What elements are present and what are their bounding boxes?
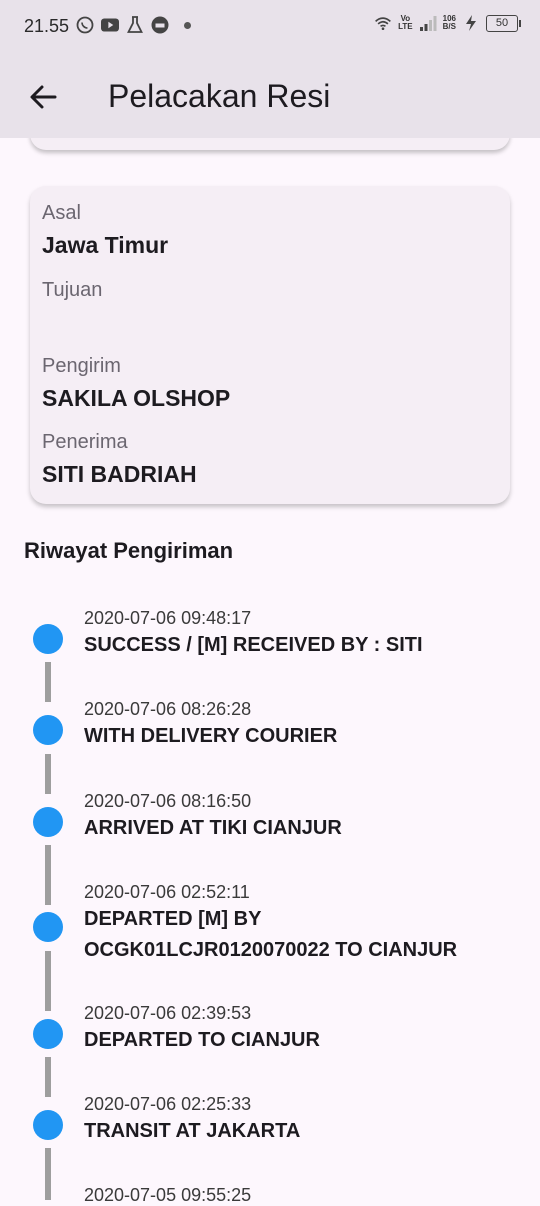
arrow-back-icon	[30, 85, 57, 109]
page-title: Pelacakan Resi	[108, 78, 331, 114]
timeline-connector	[45, 754, 51, 794]
timeline-connector	[45, 1148, 51, 1200]
timeline-date: 2020-07-06 09:48:17	[84, 608, 252, 628]
network-speed: 106 B/S	[442, 14, 456, 31]
timeline-description: DEPARTED TO CIANJUR	[84, 1029, 320, 1051]
timeline-date: 2020-07-06 02:25:33	[84, 1094, 252, 1114]
signal-icon	[419, 14, 437, 32]
app-notification-icon	[151, 16, 169, 34]
receiver-value: SITI BADRIAH	[42, 461, 197, 487]
receiver-label: Penerima	[42, 431, 128, 453]
timeline-description: TRANSIT AT JAKARTA	[84, 1120, 301, 1142]
timeline-dot	[33, 624, 63, 654]
timeline-dot	[33, 715, 63, 745]
timeline-dot	[33, 912, 63, 942]
history-title: Riwayat Pengiriman	[24, 538, 234, 563]
status-bar: 21.55 Vo LTE 106 B/S 50	[0, 0, 540, 56]
shipment-info-card: Asal Jawa Timur Tujuan Pengirim SAKILA O…	[30, 186, 510, 504]
more-notifications-icon	[184, 21, 191, 29]
system-icons: Vo LTE 106 B/S 50	[374, 14, 521, 32]
timeline-connector	[45, 845, 51, 905]
volte-indicator: Vo LTE	[398, 14, 413, 31]
timeline-dot	[33, 807, 63, 837]
back-button[interactable]	[22, 76, 64, 118]
timeline-date: 2020-07-05 09:55:25	[84, 1185, 252, 1205]
youtube-icon	[101, 16, 119, 34]
timeline-dot	[33, 1110, 63, 1140]
shipment-timeline: 2020-07-06 09:48:17 SUCCESS / [M] RECEIV…	[0, 600, 540, 1205]
timeline-connector	[45, 951, 51, 1011]
app-bar: Pelacakan Resi	[0, 56, 540, 138]
timeline-date: 2020-07-06 02:39:53	[84, 1003, 252, 1023]
timeline-description: ARRIVED AT TIKI CIANJUR	[84, 817, 342, 839]
sender-label: Pengirim	[42, 355, 121, 377]
timeline-date: 2020-07-06 02:52:11	[84, 882, 250, 902]
timeline-date: 2020-07-06 08:26:28	[84, 699, 252, 719]
battery-icon: 50	[486, 14, 521, 32]
wifi-icon	[374, 14, 392, 32]
whatsapp-icon	[76, 16, 94, 34]
status-time: 21.55	[24, 16, 70, 36]
timeline-description: DEPARTED [M] BY OCGK01LCJR0120070022 TO …	[84, 908, 458, 961]
sender-value: SAKILA OLSHOP	[42, 385, 231, 411]
notification-icons	[76, 16, 191, 34]
timeline-connector	[45, 662, 51, 702]
origin-label: Asal	[42, 202, 81, 224]
timeline-dot	[33, 1019, 63, 1049]
timeline-description: SUCCESS / [M] RECEIVED BY : SITI	[84, 634, 423, 656]
charging-icon	[462, 14, 480, 32]
origin-value: Jawa Timur	[42, 232, 169, 258]
timeline-connector	[45, 1057, 51, 1097]
flask-icon	[126, 16, 144, 34]
timeline-date: 2020-07-06 08:16:50	[84, 791, 252, 811]
destination-label: Tujuan	[42, 279, 103, 301]
timeline-description: WITH DELIVERY COURIER	[84, 725, 338, 747]
